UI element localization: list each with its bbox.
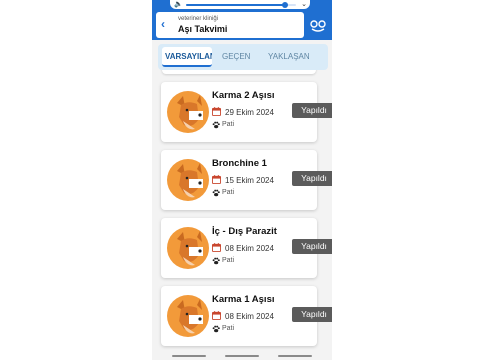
app-screen: 🔈 ⌄ ‹ veteriner kliniği Aşı Takvimi VARS… [152,0,332,360]
paw-icon [212,257,220,265]
vaccine-title: Karma 2 Aşısı [212,90,275,101]
vaccine-card[interactable]: Karma 2 Aşısı 29 Ekim 2024 Pati Yapıldı [161,82,332,142]
tab-bar: VARSAYILAN GEÇEN YAKLAŞAN [158,44,328,70]
app-header: ‹ veteriner kliniği Aşı Takvimi [152,10,332,40]
pet-name: Pati [222,189,235,196]
pet-avatar [167,227,209,269]
vaccine-date: 08 Ekim 2024 [225,244,274,253]
pet-avatar [167,159,209,201]
clinic-logo-icon[interactable] [308,14,328,36]
nav-back-button[interactable] [278,355,312,357]
vaccine-date: 15 Ekim 2024 [225,176,274,185]
clinic-subtitle: veteriner kliniği [178,16,219,22]
tab-varsayilan[interactable]: VARSAYILAN [162,47,212,67]
vaccine-card[interactable]: Bronchine 1 15 Ekim 2024 Pati Yapıldı [161,150,332,210]
vaccine-list[interactable]: Karma 2 Aşısı 29 Ekim 2024 Pati Yapıldı [152,70,332,352]
tab-gecen[interactable]: GEÇEN [222,44,250,70]
nav-recents-button[interactable] [172,355,206,357]
pet-name: Pati [222,325,235,332]
tab-yaklasan[interactable]: YAKLAŞAN [268,44,310,70]
calendar-icon [212,243,221,252]
vaccine-date: 29 Ekim 2024 [225,108,274,117]
volume-slider-fill [186,4,285,6]
speaker-icon[interactable]: 🔈 [174,0,183,9]
vaccine-card[interactable]: İç - Dış Parazit 08 Ekim 2024 Pati Yapıl… [161,218,332,278]
paw-icon [212,325,220,333]
calendar-icon [212,107,221,116]
nav-home-button[interactable] [225,355,259,357]
chevron-down-icon[interactable]: ⌄ [301,0,307,9]
calendar-icon [212,311,221,320]
vaccine-date: 08 Ekim 2024 [225,312,274,321]
calendar-icon [212,175,221,184]
header-title-card: ‹ veteriner kliniği Aşı Takvimi [156,12,304,38]
paw-icon [212,189,220,197]
vaccine-card[interactable]: Karma 1 Aşısı 08 Ekim 2024 Pati Yapıldı [161,286,332,346]
media-volume-bar: 🔈 ⌄ [170,0,310,9]
vaccine-title: Karma 1 Aşısı [212,294,275,305]
system-nav-bar [152,352,332,360]
pet-avatar [167,295,209,337]
paw-icon [212,121,220,129]
page-title: Aşı Takvimi [178,24,228,34]
vaccine-title: İç - Dış Parazit [212,226,277,237]
status-badge: Yapıldı [292,103,332,118]
list-item[interactable] [162,70,316,74]
status-badge: Yapıldı [292,307,332,322]
status-badge: Yapıldı [292,171,332,186]
vaccine-title: Bronchine 1 [212,158,267,169]
volume-slider[interactable] [186,2,296,8]
pet-avatar [167,91,209,133]
pet-name: Pati [222,257,235,264]
volume-slider-knob[interactable] [282,2,288,8]
pet-name: Pati [222,121,235,128]
back-arrow-icon[interactable]: ‹ [161,18,165,30]
status-badge: Yapıldı [292,239,332,254]
